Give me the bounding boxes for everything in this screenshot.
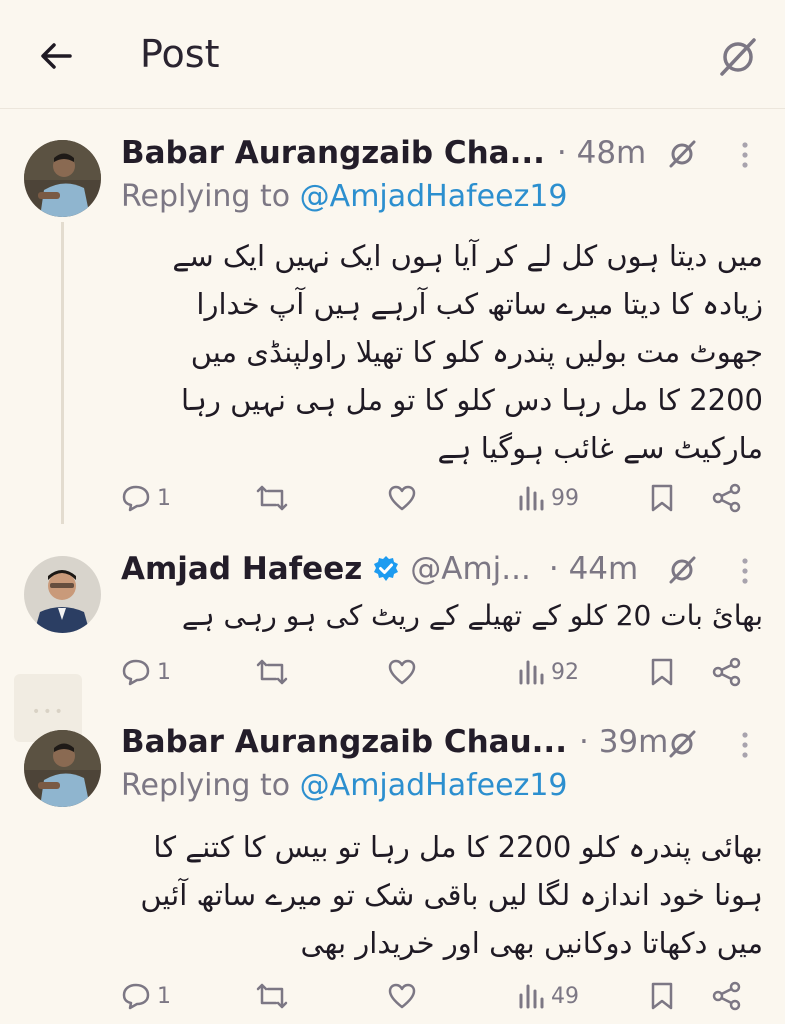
reply-count: 1 [157, 485, 171, 511]
timestamp[interactable]: · 44m [549, 551, 638, 587]
heart-icon [388, 659, 416, 685]
grok-icon[interactable] [716, 34, 760, 78]
like-button[interactable] [387, 976, 417, 1016]
grok-icon[interactable] [666, 137, 698, 169]
dots-icon: ••• [32, 704, 66, 720]
repost-icon [256, 983, 288, 1009]
reply-button[interactable]: 1 [121, 976, 171, 1016]
repost-button[interactable] [255, 652, 289, 692]
bar-chart-icon [519, 486, 544, 511]
reply-icon [122, 485, 150, 512]
tweet-header: Babar Aurangzaib Cha... · 48m [121, 133, 646, 173]
bookmark-button[interactable] [649, 976, 675, 1016]
author-name[interactable]: Babar Aurangzaib Chau... [121, 724, 567, 760]
repost-icon [256, 659, 288, 685]
action-bar: 1 49 [121, 976, 761, 1016]
timestamp[interactable]: · 48m [557, 135, 646, 171]
page-title: Post [140, 32, 220, 76]
back-arrow-icon[interactable] [36, 36, 76, 76]
repost-button[interactable] [255, 478, 289, 518]
bookmark-icon [651, 658, 673, 686]
tweet-header: Babar Aurangzaib Chau... · 39m [121, 722, 668, 762]
repost-button[interactable] [255, 976, 289, 1016]
like-button[interactable] [387, 478, 417, 518]
replying-label: Replying to [121, 768, 300, 803]
heart-icon [388, 485, 416, 511]
mention-link[interactable]: @AmjadHafeez19 [300, 179, 568, 214]
reply-icon [122, 983, 150, 1010]
top-bar: Post [0, 0, 785, 109]
reply-count: 1 [157, 983, 171, 1009]
grok-icon[interactable] [666, 553, 698, 585]
share-icon [712, 981, 741, 1011]
avatar[interactable] [24, 556, 101, 633]
more-vertical-icon[interactable] [740, 730, 750, 760]
like-button[interactable] [387, 652, 417, 692]
reply-button[interactable]: 1 [121, 478, 171, 518]
heart-icon [388, 983, 416, 1009]
repost-icon [256, 485, 288, 511]
tweet-text: میں دیتا ہوں کل لے کر آیا ہوں ایک نہیں ا… [172, 239, 763, 465]
bookmark-icon [651, 484, 673, 512]
replying-label: Replying to [121, 179, 300, 214]
bar-chart-icon [519, 660, 544, 685]
bookmark-icon [651, 982, 673, 1010]
thread-line [61, 222, 64, 524]
grok-icon[interactable] [666, 727, 698, 759]
avatar[interactable] [24, 730, 101, 807]
share-button[interactable] [711, 478, 743, 518]
view-count: 92 [551, 659, 579, 685]
more-vertical-icon[interactable] [740, 140, 750, 170]
action-bar: 1 99 [121, 478, 761, 518]
author-name[interactable]: Babar Aurangzaib Cha... [121, 135, 545, 171]
author-handle[interactable]: @Amj... [410, 551, 531, 587]
reply-count: 1 [157, 659, 171, 685]
verified-badge-icon [374, 556, 399, 581]
share-button[interactable] [711, 976, 743, 1016]
share-icon [712, 657, 741, 687]
more-vertical-icon[interactable] [740, 556, 750, 586]
tweet-header: Amjad Hafeez @Amj... · 44m [121, 549, 638, 589]
share-button[interactable] [711, 652, 743, 692]
reply-icon [122, 659, 150, 686]
action-bar: 1 92 [121, 652, 761, 692]
bookmark-button[interactable] [649, 652, 675, 692]
view-count: 49 [551, 983, 579, 1009]
views-button[interactable]: 99 [517, 478, 579, 518]
views-button[interactable]: 92 [517, 652, 579, 692]
tweet-text: بھائی پندرہ کلو 2200 کا مل رہا تو بیس کا… [140, 830, 763, 960]
reply-button[interactable]: 1 [121, 652, 171, 692]
share-icon [712, 483, 741, 513]
avatar[interactable] [24, 140, 101, 217]
view-count: 99 [551, 485, 579, 511]
timestamp[interactable]: · 39m [579, 724, 668, 760]
author-name[interactable]: Amjad Hafeez [121, 551, 362, 587]
tweet-text: بھائ بات 20 کلو کے تھیلے کے ریٹ کی ہو رہ… [181, 599, 763, 632]
replying-to: Replying to @AmjadHafeez19 [121, 179, 568, 214]
bar-chart-icon [519, 984, 544, 1009]
mention-link[interactable]: @AmjadHafeez19 [300, 768, 568, 803]
replying-to: Replying to @AmjadHafeez19 [121, 768, 568, 803]
bookmark-button[interactable] [649, 478, 675, 518]
views-button[interactable]: 49 [517, 976, 579, 1016]
